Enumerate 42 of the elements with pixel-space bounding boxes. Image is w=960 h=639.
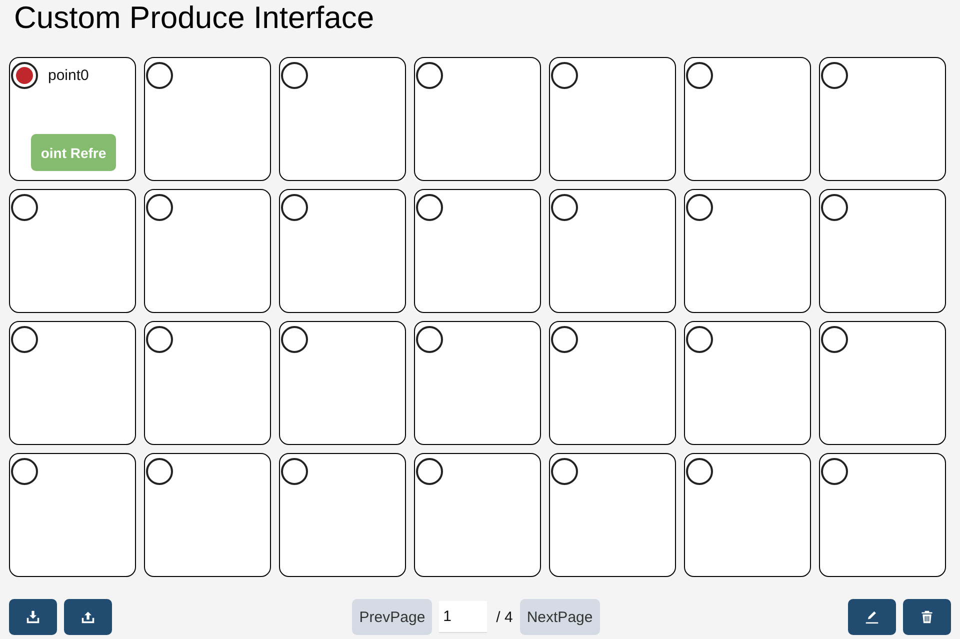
edit-button[interactable] [848,599,896,635]
radio-button[interactable] [551,194,578,221]
radio-button[interactable] [821,62,848,89]
upload-icon [81,610,95,624]
download-icon [26,610,40,624]
page-input[interactable]: 1 [439,601,488,633]
pencil-icon [865,610,879,624]
upload-button[interactable] [64,599,112,635]
radio-button[interactable] [551,326,578,353]
trash-icon [920,610,934,624]
radio-button[interactable] [11,194,38,221]
radio-button[interactable] [146,458,173,485]
radio-button[interactable] [146,326,173,353]
radio-button[interactable] [11,62,38,89]
radio-button[interactable] [146,194,173,221]
point-label: point0 [48,67,89,84]
radio-button[interactable] [416,326,443,353]
page-total: / 4 [496,608,513,626]
radio-button[interactable] [551,458,578,485]
radio-button[interactable] [821,458,848,485]
radio-button[interactable] [416,458,443,485]
radio-button[interactable] [281,194,308,221]
radio-button[interactable] [281,326,308,353]
radio-button[interactable] [686,326,713,353]
radio-button[interactable] [281,458,308,485]
radio-button[interactable] [11,458,38,485]
radio-button[interactable] [416,62,443,89]
radio-button[interactable] [146,62,173,89]
radio-button[interactable] [11,326,38,353]
radio-button[interactable] [686,458,713,485]
radio-button[interactable] [416,194,443,221]
next-page-button[interactable]: NextPage [520,599,600,635]
radio-button[interactable] [821,326,848,353]
page-title: Custom Produce Interface [14,0,374,36]
prev-page-button[interactable]: PrevPage [352,599,432,635]
radio-button[interactable] [686,62,713,89]
radio-button[interactable] [686,194,713,221]
download-button[interactable] [9,599,57,635]
radio-button[interactable] [821,194,848,221]
radio-button[interactable] [551,62,578,89]
radio-button[interactable] [281,62,308,89]
delete-button[interactable] [903,599,951,635]
